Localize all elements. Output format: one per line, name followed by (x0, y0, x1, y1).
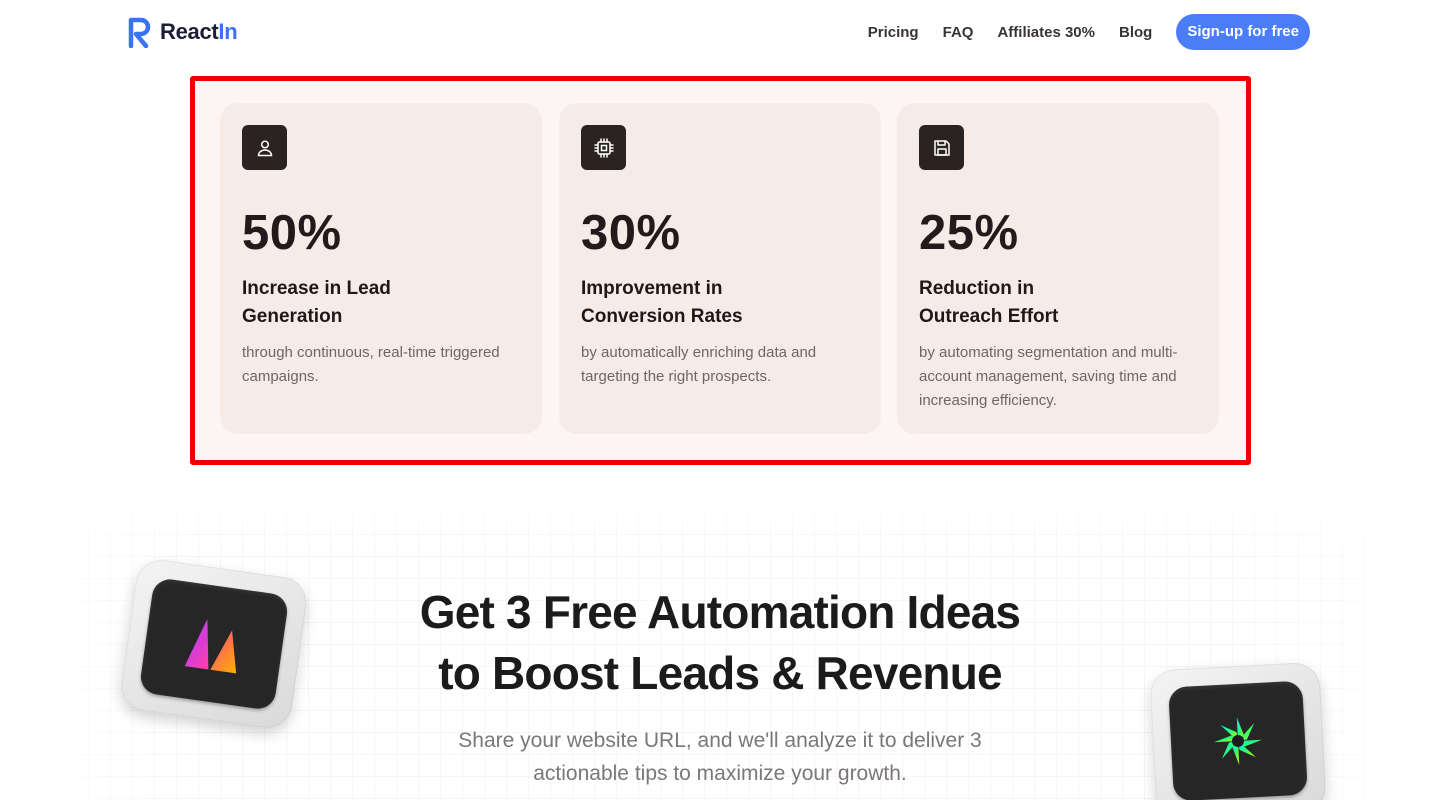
logo-text: ReactIn (160, 19, 238, 44)
nav-affiliates[interactable]: Affiliates 30% (997, 24, 1095, 41)
page: ReactIn Pricing FAQ Affiliates 30% Blog … (0, 0, 1440, 800)
make-app-tile (118, 556, 310, 732)
stat-title: Increase in Lead Generation (242, 278, 391, 327)
main-nav: Pricing FAQ Affiliates 30% Blog Sign-up … (868, 14, 1310, 50)
cta-headline: Get 3 Free Automation Ideas to Boost Lea… (419, 586, 1021, 699)
nav-pricing[interactable]: Pricing (868, 24, 919, 41)
cta-subheading: Share your website URL, and we'll analyz… (458, 729, 982, 785)
signup-button[interactable]: Sign-up for free (1176, 14, 1310, 50)
grid-fade (0, 490, 1440, 550)
nav-faq[interactable]: FAQ (943, 24, 974, 41)
floppy-disk-icon (919, 125, 964, 170)
stat-value: 25% (919, 206, 1019, 260)
stat-value: 30% (581, 206, 681, 260)
site-header: ReactIn Pricing FAQ Affiliates 30% Blog … (0, 0, 1440, 64)
cpu-chip-icon (581, 125, 626, 170)
stat-card-conversion-rates: 30% Improvement in Conversion Rates by a… (559, 103, 881, 434)
stats-section: 50% Increase in Lead Generation through … (190, 76, 1251, 465)
nav-blog[interactable]: Blog (1119, 24, 1152, 41)
stat-description: through continuous, real-time triggered … (242, 344, 500, 385)
swirl-logo-icon (1214, 717, 1262, 765)
stat-title: Improvement in Conversion Rates (581, 278, 743, 327)
user-icon (242, 125, 287, 170)
logo-r-icon (128, 17, 151, 48)
stat-title: Reduction in Outreach Effort (919, 278, 1059, 327)
stat-card-outreach-effort: 25% Reduction in Outreach Effort by auto… (897, 103, 1219, 434)
make-logo-icon (184, 618, 237, 674)
stat-description: by automatically enriching data and targ… (581, 344, 817, 385)
logo[interactable]: ReactIn (128, 16, 238, 48)
stat-value: 50% (242, 206, 342, 260)
stat-card-lead-generation: 50% Increase in Lead Generation through … (220, 103, 542, 434)
stat-description: by automating segmentation and multi-acc… (919, 344, 1178, 409)
openai-app-tile (1149, 661, 1327, 800)
